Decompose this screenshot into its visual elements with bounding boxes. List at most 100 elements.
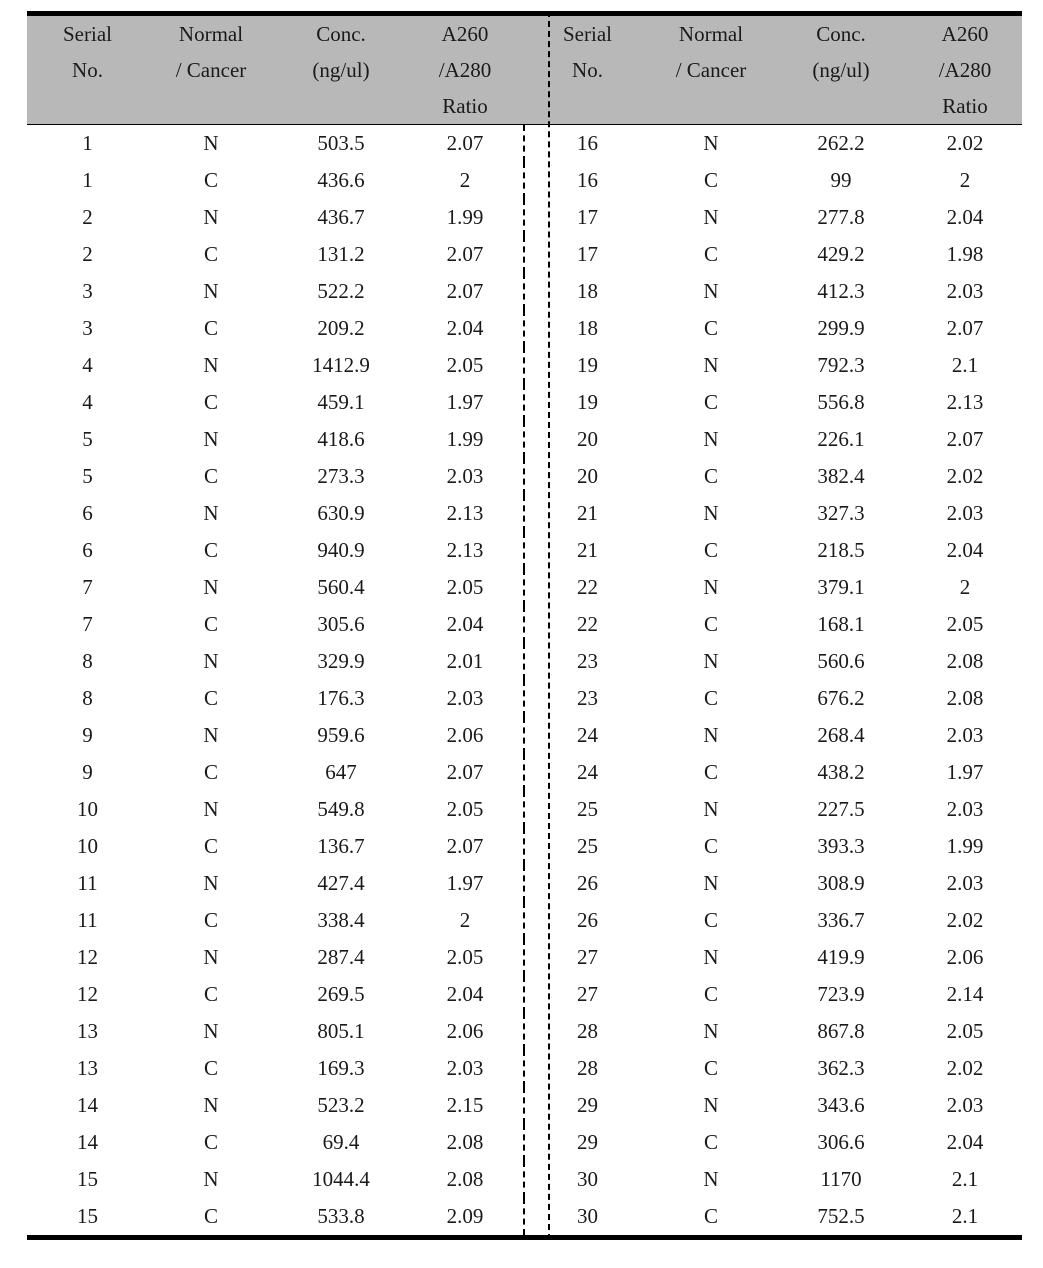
cell-ratio-left: 2.07: [446, 242, 484, 266]
cell-conc-right: 556.8: [817, 390, 865, 414]
cell-type-left: C: [203, 1204, 218, 1228]
divider-segment: [523, 532, 525, 569]
cell-serial-left: 11: [77, 908, 98, 932]
cell-type-left: N: [203, 1019, 219, 1043]
cell-type-left: N: [203, 649, 219, 673]
cell-serial-right: 19: [577, 390, 598, 414]
dna-quantification-table: Serial No. Normal / Cancer Conc. (ng/ul)…: [26, 11, 1022, 1240]
cell-serial-left: 12: [77, 982, 98, 1006]
cell-divider: [522, 643, 527, 680]
cell-divider: [522, 976, 527, 1013]
cell-conc-left: 269.5: [317, 982, 365, 1006]
cell-serial-left: 1: [82, 168, 93, 192]
table-row: 8 C 176.3 2.03 23 C 676.2 2.08: [27, 680, 1022, 717]
divider-segment: [523, 791, 525, 828]
cell-serial-left: 7: [82, 612, 93, 636]
cell-type-right: N: [703, 427, 719, 451]
cell-ratio-left: 2.03: [446, 1056, 484, 1080]
header-serial-line2-right: No.: [572, 58, 603, 82]
cell-serial-left: 12: [77, 945, 98, 969]
cell-divider: [522, 569, 527, 606]
cell-divider: [522, 310, 527, 347]
cell-type-right: N: [703, 871, 719, 895]
cell-ratio-right: 2.02: [946, 908, 984, 932]
cell-ratio-left: 2.15: [446, 1093, 484, 1117]
divider-segment: [523, 939, 525, 976]
cell-serial-left: 2: [82, 242, 93, 266]
table-row: 15 N 1044.4 2.08 30 N 1170 2.1: [27, 1161, 1022, 1198]
cell-conc-right: 268.4: [817, 723, 865, 747]
cell-ratio-right: 2.03: [946, 1093, 984, 1117]
divider-segment: [523, 384, 525, 421]
cell-serial-right: 24: [577, 723, 598, 747]
cell-serial-left: 14: [77, 1130, 98, 1154]
cell-divider: [522, 1198, 527, 1238]
table-row: 12 C 269.5 2.04 27 C 723.9 2.14: [27, 976, 1022, 1013]
table-header: Serial No. Normal / Cancer Conc. (ng/ul)…: [26, 13, 1022, 125]
cell-type-right: N: [703, 1167, 719, 1191]
cell-ratio-right: 2: [959, 168, 971, 192]
cell-type-right: N: [703, 575, 719, 599]
cell-ratio-right: 2.1: [951, 353, 979, 377]
cell-conc-right: 429.2: [817, 242, 865, 266]
cell-serial-left: 2: [82, 205, 93, 229]
divider-segment: [523, 754, 525, 791]
cell-conc-left: 522.2: [317, 279, 365, 303]
table-row: 8 N 329.9 2.01 23 N 560.6 2.08: [27, 643, 1022, 680]
cell-conc-right: 327.3: [817, 501, 865, 525]
table-row: 15 C 533.8 2.09 30 C 752.5 2.1: [27, 1198, 1022, 1238]
cell-divider: [522, 828, 527, 865]
table-container: Serial No. Normal / Cancer Conc. (ng/ul)…: [26, 0, 1022, 1240]
cell-conc-left: 69.4: [322, 1130, 360, 1154]
cell-serial-right: 22: [577, 612, 598, 636]
divider-segment: [523, 680, 525, 717]
cell-serial-right: 18: [577, 279, 598, 303]
cell-conc-left: 940.9: [317, 538, 365, 562]
cell-type-left: C: [203, 464, 218, 488]
header-ratio-line2: /A280: [438, 58, 492, 82]
header-conc-line2-right: (ng/ul): [812, 58, 870, 82]
cell-type-left: C: [203, 686, 218, 710]
cell-conc-right: 99: [830, 168, 852, 192]
table-row: 1 N 503.5 2.07 16 N 262.2 2.02: [27, 125, 1022, 162]
cell-conc-right: 676.2: [817, 686, 865, 710]
cell-divider: [522, 717, 527, 754]
cell-ratio-right: 2.1: [951, 1167, 979, 1191]
divider-segment: [523, 273, 525, 310]
table-row: 13 C 169.3 2.03 28 C 362.3 2.02: [27, 1050, 1022, 1087]
cell-serial-right: 26: [577, 871, 598, 895]
cell-type-left: N: [203, 797, 219, 821]
cell-type-right: N: [703, 205, 719, 229]
cell-conc-left: 176.3: [317, 686, 365, 710]
cell-type-left: N: [203, 871, 219, 895]
cell-type-left: N: [203, 501, 219, 525]
cell-serial-right: 21: [577, 538, 598, 562]
cell-ratio-left: 2.04: [446, 612, 484, 636]
cell-serial-right: 28: [577, 1056, 598, 1080]
cell-serial-left: 9: [82, 723, 93, 747]
cell-type-right: C: [703, 390, 718, 414]
cell-divider: [522, 1087, 527, 1124]
cell-serial-left: 1: [82, 131, 93, 155]
cell-divider: [522, 532, 527, 569]
cell-ratio-left: 2.07: [446, 131, 484, 155]
cell-ratio-right: 2.13: [946, 390, 984, 414]
cell-type-right: N: [703, 945, 719, 969]
divider-segment: [523, 643, 525, 680]
cell-serial-right: 19: [577, 353, 598, 377]
cell-type-left: C: [203, 538, 218, 562]
cell-divider: [522, 273, 527, 310]
cell-serial-right: 18: [577, 316, 598, 340]
cell-conc-left: 329.9: [317, 649, 365, 673]
cell-type-left: N: [203, 1093, 219, 1117]
cell-ratio-left: 2.05: [446, 797, 484, 821]
cell-ratio-right: 1.97: [946, 760, 984, 784]
cell-ratio-left: 2.13: [446, 501, 484, 525]
cell-conc-left: 436.6: [317, 168, 365, 192]
header-cell-serial-left: Serial No.: [26, 13, 149, 124]
header-type-line2: / Cancer: [175, 58, 247, 82]
cell-ratio-left: 1.99: [446, 427, 484, 451]
cell-serial-left: 13: [77, 1056, 98, 1080]
cell-ratio-right: 2.05: [946, 612, 984, 636]
divider-segment: [523, 1013, 525, 1050]
